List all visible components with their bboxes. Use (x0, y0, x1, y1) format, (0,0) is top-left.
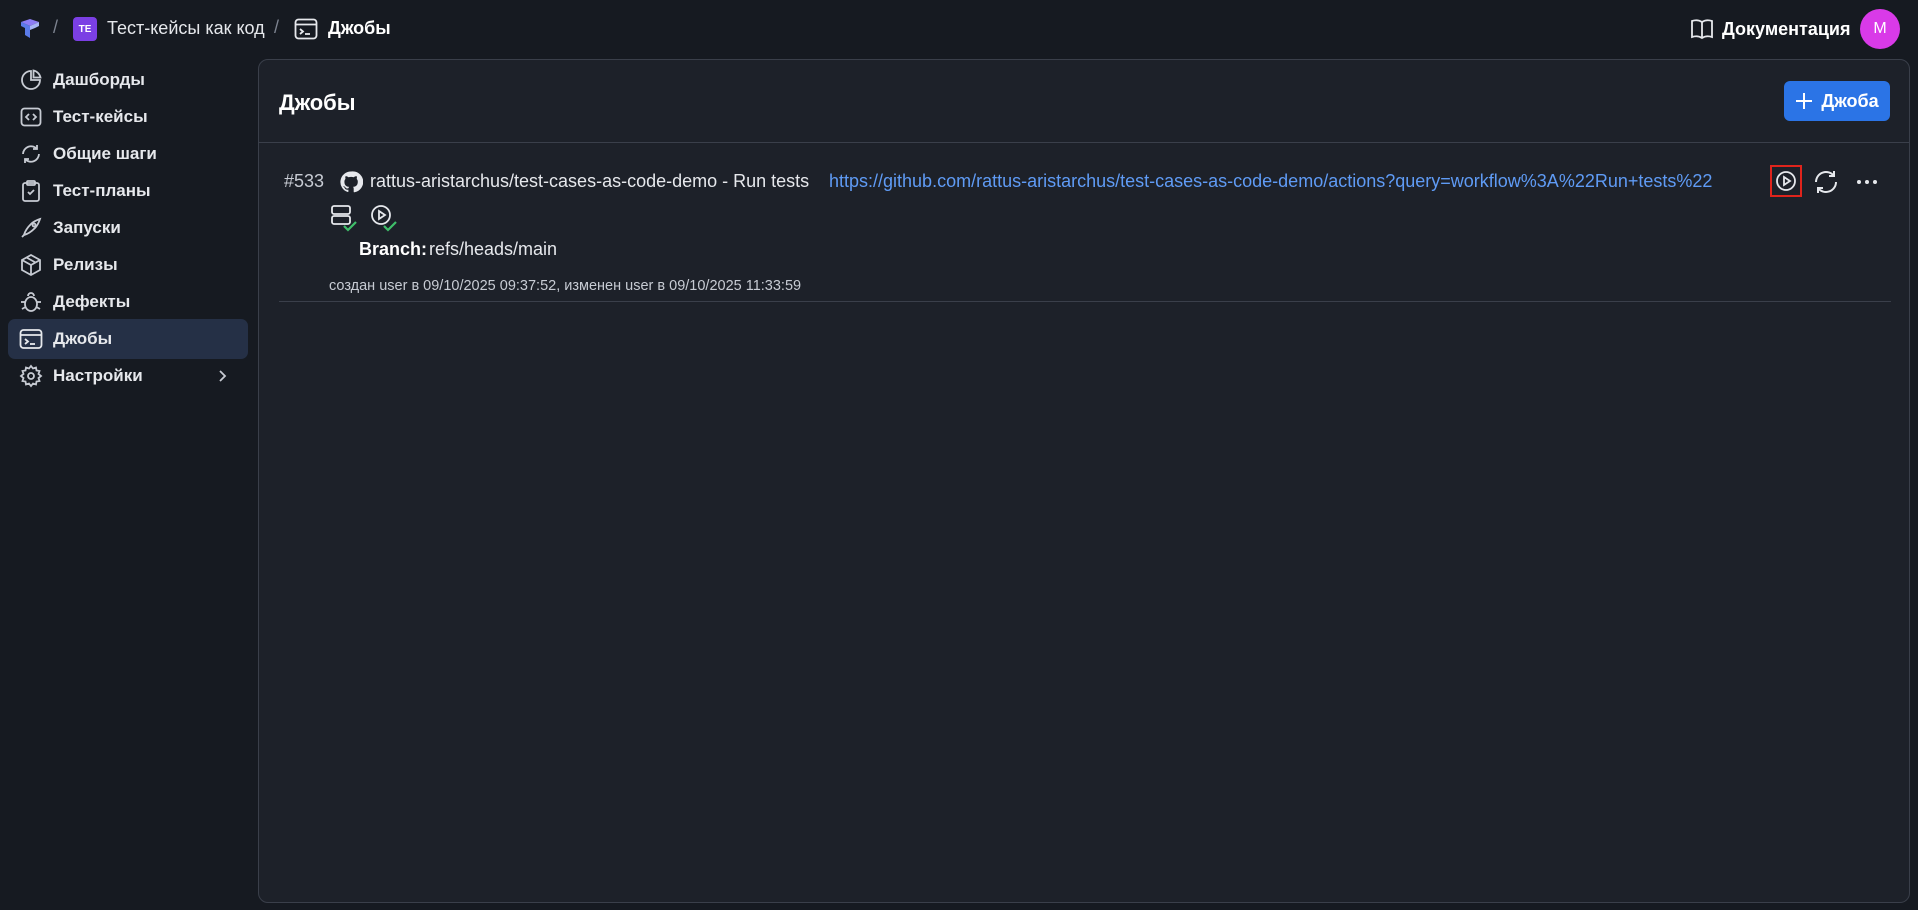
sidebar-item-label: Настройки (53, 366, 143, 385)
job-name: rattus-aristarchus/test-cases-as-code-de… (370, 171, 810, 191)
sync-icon[interactable] (1812, 169, 1840, 195)
rocket-icon (21, 217, 42, 238)
documentation-label: Документация (1722, 18, 1851, 39)
refresh-cycle-icon (22, 145, 40, 163)
sidebar-item-releases[interactable]: Релизы (8, 245, 248, 285)
run-status-icon (371, 205, 397, 232)
sidebar-item-label: Дефекты (53, 292, 131, 311)
terminal-icon (294, 18, 318, 40)
sidebar-item-dashboards[interactable]: Дашборды (8, 60, 248, 100)
job-row: #533 rattus-aristarchus/test-cases-as-co… (279, 155, 1891, 297)
breadcrumb-separator: / (53, 17, 59, 37)
divider (279, 301, 1891, 302)
documentation-link[interactable]: Документация (1690, 17, 1850, 41)
main-panel: Джобы Джоба #533 rattus-aristarchus/test… (258, 59, 1910, 903)
package-icon (21, 253, 41, 277)
bug-icon (21, 292, 41, 312)
app-logo-icon[interactable] (18, 17, 42, 41)
sidebar-item-launches[interactable]: Запуски (8, 208, 248, 248)
run-job-button[interactable] (1770, 165, 1802, 197)
sidebar-item-shared-steps[interactable]: Общие шаги (8, 134, 248, 174)
add-job-button[interactable]: Джоба (1784, 81, 1890, 121)
sidebar-item-jobs[interactable]: Джобы (8, 319, 248, 359)
clipboard-icon (22, 180, 40, 202)
breadcrumb-current: Джобы (328, 18, 391, 38)
user-avatar[interactable]: M (1860, 9, 1900, 49)
sidebar-item-label: Запуски (53, 218, 121, 237)
book-icon (1691, 19, 1713, 40)
sidebar-item-label: Дашборды (53, 70, 145, 89)
pie-chart-icon (21, 69, 42, 90)
branch-value: refs/heads/main (429, 239, 558, 259)
server-status-icon (331, 205, 357, 232)
terminal-icon (19, 329, 43, 349)
sidebar-item-test-cases[interactable]: Тест-кейсы (8, 97, 248, 137)
divider (259, 142, 1909, 143)
job-id: #533 (284, 171, 325, 191)
branch-label: Branch: (359, 239, 428, 259)
github-icon (340, 171, 363, 193)
sidebar-item-defects[interactable]: Дефекты (8, 282, 248, 322)
top-bar: / TE Тест-кейсы как код / Джобы Документ… (0, 0, 1918, 59)
code-square-icon (20, 107, 42, 127)
add-job-label: Джоба (1821, 90, 1879, 111)
sidebar-item-label: Джобы (53, 329, 113, 348)
sidebar-item-test-plans[interactable]: Тест-планы (8, 171, 248, 211)
job-url-link[interactable]: https://github.com/rattus-aristarchus/te… (829, 171, 1712, 192)
more-options-icon[interactable] (1854, 169, 1880, 195)
sidebar-item-settings[interactable]: Настройки (8, 356, 248, 396)
breadcrumb-project[interactable]: Тест-кейсы как код (107, 18, 265, 39)
chevron-right-icon (219, 370, 227, 382)
sidebar-item-label: Тест-кейсы (53, 107, 148, 126)
page-title: Джобы (279, 90, 356, 115)
gear-icon (19, 364, 43, 388)
sidebar-item-label: Релизы (53, 255, 118, 274)
sidebar-item-label: Тест-планы (53, 181, 151, 200)
job-meta: создан user в 09/10/2025 09:37:52, измен… (329, 278, 802, 294)
sidebar-item-label: Общие шаги (53, 144, 157, 163)
plus-icon (1796, 93, 1813, 109)
play-circle-icon (1776, 171, 1796, 191)
breadcrumb-separator: / (274, 17, 280, 37)
project-badge[interactable]: TE (73, 17, 97, 41)
